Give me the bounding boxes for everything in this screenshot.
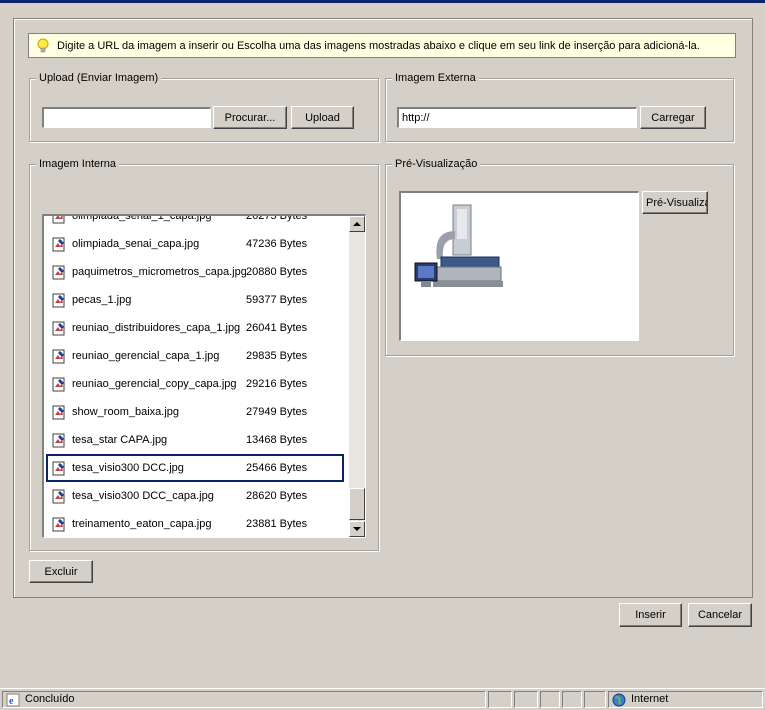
image-file-icon (52, 237, 65, 251)
file-size: 13468 Bytes (246, 434, 308, 446)
scroll-down-button[interactable] (349, 521, 365, 537)
file-list-item[interactable]: pecas_1.jpg 59377 Bytes (46, 286, 344, 314)
image-file-icon (52, 433, 65, 447)
file-name: tesa_visio300 DCC.jpg (72, 462, 184, 474)
file-name: reuniao_gerencial_copy_capa.jpg (72, 378, 237, 390)
load-button[interactable]: Carregar (640, 106, 706, 129)
file-name: tesa_star CAPA.jpg (72, 434, 168, 446)
file-name: tesa_visio300 DCC_capa.jpg (72, 490, 214, 502)
status-cell-2 (514, 691, 538, 708)
file-list-item[interactable]: reuniao_distribuidores_capa_1.jpg 26041 B… (46, 314, 344, 342)
status-cell-5 (584, 691, 606, 708)
file-size: 47236 Bytes (246, 238, 308, 250)
image-file-icon (52, 489, 65, 503)
zone-text: Internet (631, 693, 669, 705)
image-file-icon (52, 293, 65, 307)
file-list[interactable]: olimpiada_senai_1_capa.jpg 26275 Bytes oli… (42, 214, 366, 538)
image-file-icon (52, 517, 65, 531)
file-name: olimpiada_senai_capa.jpg (72, 238, 200, 250)
delete-button[interactable]: Excluir (29, 560, 93, 583)
image-file-icon (52, 216, 65, 223)
file-name: paquimetros_micrometros_capa.jpg (72, 266, 246, 278)
external-url-input[interactable] (397, 107, 637, 128)
info-banner: Digite a URL da imagem a inserir ou Esco… (28, 33, 736, 58)
preview-image-box (399, 191, 639, 341)
internal-legend: Imagem Interna (36, 157, 120, 171)
file-name: show_room_baixa.jpg (72, 406, 180, 418)
scroll-thumb[interactable] (349, 488, 365, 520)
file-list-item[interactable]: tesa_visio300 DCC.jpg 25466 Bytes (46, 454, 344, 482)
file-name: olimpiada_senai_1_capa.jpg (72, 214, 212, 222)
file-list-rows: olimpiada_senai_1_capa.jpg 26275 Bytes oli… (46, 214, 344, 537)
file-size: 26275 Bytes (246, 214, 308, 222)
file-name: reuniao_gerencial_capa_1.jpg (72, 350, 220, 362)
file-name: reuniao_distribuidores_capa_1.jpg (72, 322, 241, 334)
file-list-item[interactable]: tesa_star CAPA.jpg 13468 Bytes (46, 426, 344, 454)
globe-icon (612, 693, 626, 707)
file-list-item[interactable]: reuniao_gerencial_copy_capa.jpg 29216 Byt… (46, 370, 344, 398)
ie-page-icon: e (6, 693, 20, 707)
cancel-button[interactable]: Cancelar (688, 603, 752, 627)
upload-legend: Upload (Enviar Imagem) (36, 71, 162, 85)
image-file-icon (52, 461, 65, 475)
upload-button[interactable]: Upload (291, 106, 354, 129)
status-cell-1 (488, 691, 512, 708)
arrow-up-icon (353, 222, 361, 226)
scroll-up-button[interactable] (349, 216, 365, 232)
info-text: Digite a URL da imagem a inserir ou Esco… (57, 39, 700, 52)
window-title-strip (0, 0, 765, 3)
external-legend: Imagem Externa (392, 71, 479, 85)
image-file-icon (52, 321, 65, 335)
status-main-cell: e Concluído (2, 691, 486, 708)
file-name: treinamento_eaton_capa.jpg (72, 518, 212, 530)
image-file-icon (52, 265, 65, 279)
file-size: 25466 Bytes (246, 462, 308, 474)
status-text: Concluído (25, 693, 75, 705)
arrow-down-icon (353, 527, 361, 531)
file-size: 20880 Bytes (246, 266, 308, 278)
file-size: 27949 Bytes (246, 406, 308, 418)
upload-file-input[interactable] (42, 107, 211, 128)
file-name: pecas_1.jpg (72, 294, 132, 306)
insert-button[interactable]: Inserir (619, 603, 682, 627)
status-bar: e Concluído Internet (0, 688, 765, 710)
preview-button[interactable]: Pré-Visualizar (642, 191, 708, 214)
image-file-icon (52, 377, 65, 391)
status-zone-cell: Internet (608, 691, 763, 708)
file-size: 59377 Bytes (246, 294, 308, 306)
file-list-item[interactable]: olimpiada_senai_capa.jpg 47236 Bytes (46, 230, 344, 258)
lightbulb-icon (37, 38, 49, 52)
list-scrollbar[interactable] (349, 216, 365, 537)
file-list-item[interactable]: paquimetros_micrometros_capa.jpg 20880 By… (46, 258, 344, 286)
file-size: 23881 Bytes (246, 518, 308, 530)
browse-button[interactable]: Procurar... (213, 106, 287, 129)
preview-legend: Pré-Visualização (392, 157, 481, 171)
file-size: 29216 Bytes (246, 378, 308, 390)
file-list-item[interactable]: reuniao_gerencial_capa_1.jpg 29835 Bytes (46, 342, 344, 370)
status-cell-4 (562, 691, 582, 708)
file-list-item[interactable]: olimpiada_senai_1_capa.jpg 26275 Bytes (46, 214, 344, 230)
svg-text:e: e (9, 696, 14, 707)
image-file-icon (52, 349, 65, 363)
file-list-item[interactable]: tesa_visio300 DCC_capa.jpg 28620 Bytes (46, 482, 344, 510)
file-size: 26041 Bytes (246, 322, 308, 334)
file-list-item[interactable]: treinamento_eaton_capa.jpg 23881 Bytes (46, 510, 344, 537)
file-size: 29835 Bytes (246, 350, 308, 362)
image-file-icon (52, 405, 65, 419)
file-size: 28620 Bytes (246, 490, 308, 502)
measuring-machine-image (413, 201, 503, 301)
file-list-item[interactable]: show_room_baixa.jpg 27949 Bytes (46, 398, 344, 426)
status-cell-3 (540, 691, 560, 708)
